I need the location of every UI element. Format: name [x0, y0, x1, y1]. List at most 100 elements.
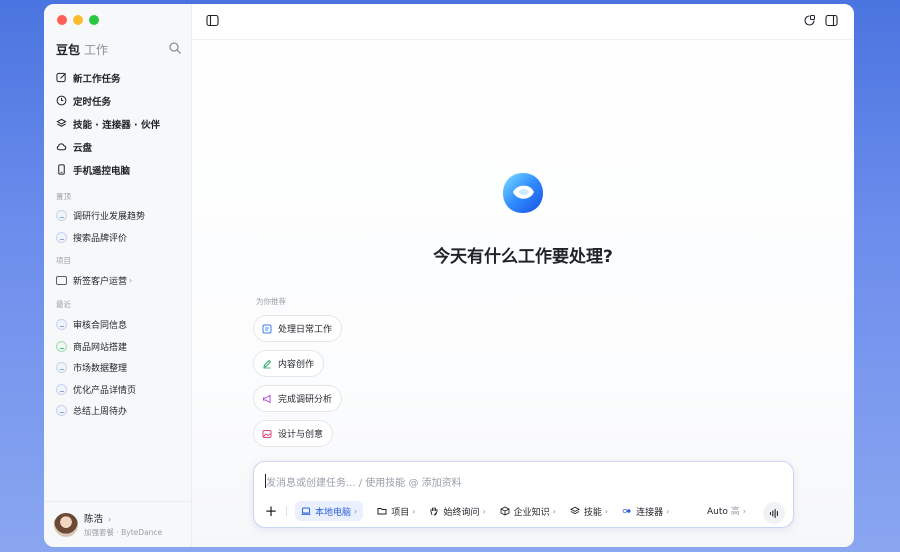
cube-icon	[500, 506, 510, 516]
pen-icon	[263, 359, 272, 368]
user-plan: 加强套餐 · ByteDance	[84, 528, 163, 537]
nav-cloud[interactable]: 云盘	[56, 135, 186, 158]
list-item[interactable]: 搜索品牌评价	[56, 227, 186, 249]
task-icon	[56, 383, 67, 395]
task-icon	[56, 405, 67, 417]
connectors-button[interactable]: 连接器 ›	[622, 501, 669, 521]
list-item[interactable]: 优化产品详情页	[56, 379, 186, 401]
nav-phone-remote[interactable]: 手机遥控电脑	[56, 158, 186, 181]
brand-name: 豆包	[56, 43, 81, 57]
new-chat-icon[interactable]	[803, 14, 816, 27]
nav-label: 云盘	[73, 142, 93, 154]
edit-icon	[56, 72, 66, 83]
nav-label: 新工作任务	[73, 73, 121, 85]
user-name: 陈浩	[84, 514, 104, 525]
projects-list: 新签客户运营 ›	[56, 270, 186, 292]
tool-label: 企业知识	[513, 507, 550, 518]
suggestion-content-creation[interactable]: 内容创作	[253, 350, 325, 377]
panel-toggle-icon[interactable]	[825, 14, 838, 27]
pinned-list: 调研行业发展趋势 搜索品牌评价	[56, 205, 186, 248]
list-item[interactable]: 总结上周待办	[56, 400, 186, 422]
layers-icon	[56, 118, 67, 127]
voice-input-button[interactable]	[763, 502, 785, 524]
chevron-right-icon: ›	[742, 507, 747, 517]
recent-section-label: 最近	[56, 300, 71, 309]
window-controls	[57, 15, 99, 25]
list-item-label: 优化产品详情页	[73, 385, 137, 396]
tool-label: 始终询问	[443, 507, 480, 518]
list-item-label: 审核合同信息	[73, 321, 128, 332]
chevron-right-icon: ›	[412, 506, 416, 516]
suggestion-label: 设计与创意	[278, 430, 324, 440]
sidebar-nav: 新工作任务 定时任务 技能 · 连接器 · 伙伴 云盘 手机遥控电脑	[56, 66, 186, 181]
close-window-button[interactable]	[57, 15, 67, 25]
chevron-right-icon: ›	[129, 276, 133, 286]
chevron-right-icon: ›	[354, 506, 358, 516]
recent-list: 审核合同信息 商品网站搭建 市场数据整理 优化产品详情页 总结上周待办	[56, 314, 186, 422]
projects-section-label: 项目	[56, 256, 71, 265]
task-icon	[56, 362, 67, 374]
phone-icon	[58, 164, 65, 175]
project-item[interactable]: 新签客户运营 ›	[56, 270, 186, 292]
nav-new-task[interactable]: 新工作任务	[56, 66, 186, 89]
task-icon	[56, 319, 67, 331]
list-item-label: 总结上周待办	[73, 407, 128, 418]
app-brand: 豆包 工作	[56, 41, 108, 58]
suggestion-research[interactable]: 完成调研分析	[253, 385, 343, 412]
chevron-right-icon: ›	[552, 506, 556, 516]
message-composer: 发消息或创建任务... / 使用技能 @ 添加资料 + 本地电脑 › 项目 › 始终…	[253, 461, 794, 528]
always-ask-button[interactable]: 始终询问 ›	[429, 501, 486, 521]
list-item[interactable]: 商品网站搭建	[56, 336, 186, 358]
chevron-right-icon: ›	[604, 506, 609, 516]
nav-scheduled[interactable]: 定时任务	[56, 89, 186, 112]
suggestion-design[interactable]: 设计与创意	[253, 420, 334, 447]
list-item[interactable]: 调研行业发展趋势	[56, 205, 186, 227]
suggestion-label: 完成调研分析	[278, 395, 333, 405]
suggestion-daily-work[interactable]: 处理日常工作	[253, 315, 343, 342]
auto-mode-selector[interactable]: Auto 高 ›	[707, 504, 746, 517]
top-bar	[192, 4, 854, 40]
tool-label: 技能	[583, 507, 602, 518]
stack-icon	[569, 506, 580, 515]
task-icon	[56, 340, 67, 352]
add-attachment-button[interactable]: +	[264, 502, 278, 520]
sidebar-toggle-icon[interactable]	[206, 14, 219, 27]
megaphone-icon	[263, 394, 271, 403]
local-computer-button[interactable]: 本地电脑 ›	[295, 501, 364, 521]
skills-button[interactable]: 技能 ›	[569, 501, 609, 521]
composer-toolbar: + 本地电脑 › 项目 › 始终询问 › 企业知识 › 技能 › 连接器 ›	[264, 500, 683, 522]
user-profile[interactable]: 陈浩 › 加强套餐 · ByteDance	[44, 501, 192, 547]
divider	[286, 506, 287, 516]
folder-icon	[377, 508, 387, 515]
laptop-icon	[301, 507, 311, 515]
list-item[interactable]: 审核合同信息	[56, 314, 186, 336]
page-title: 今天有什么工作要处理?	[433, 247, 613, 267]
list-item-label: 新签客户运营	[73, 277, 128, 288]
recommend-label: 为你推荐	[256, 297, 286, 306]
image-icon	[262, 429, 272, 438]
doubao-logo-icon	[503, 173, 543, 213]
list-item-label: 市场数据整理	[73, 364, 128, 375]
message-input[interactable]: 发消息或创建任务... / 使用技能 @ 添加资料	[266, 474, 462, 489]
suggestion-label: 内容创作	[278, 360, 315, 370]
list-item-label: 调研行业发展趋势	[73, 212, 146, 223]
folder-icon	[56, 276, 67, 286]
chevron-right-icon: ›	[666, 506, 670, 516]
list-item[interactable]: 市场数据整理	[56, 357, 186, 379]
doc-icon	[262, 324, 272, 333]
tool-label: 项目	[391, 507, 410, 518]
sidebar: 豆包 工作 新工作任务 定时任务 技能 · 连接器 · 伙伴 云盘 手机遥控电脑…	[44, 4, 192, 547]
waveform-icon	[769, 508, 778, 518]
tool-label: 连接器	[636, 507, 664, 518]
minimize-window-button[interactable]	[73, 15, 83, 25]
project-button[interactable]: 项目 ›	[377, 501, 415, 521]
chevron-right-icon: ›	[482, 506, 486, 516]
task-icon	[56, 210, 67, 222]
maximize-window-button[interactable]	[89, 15, 99, 25]
search-icon[interactable]	[168, 41, 182, 55]
hand-icon	[430, 507, 438, 516]
enterprise-knowledge-button[interactable]: 企业知识 ›	[500, 501, 556, 521]
list-item-label: 搜索品牌评价	[73, 233, 128, 244]
nav-skills[interactable]: 技能 · 连接器 · 伙伴	[56, 112, 186, 135]
pinned-section-label: 置顶	[56, 192, 71, 201]
